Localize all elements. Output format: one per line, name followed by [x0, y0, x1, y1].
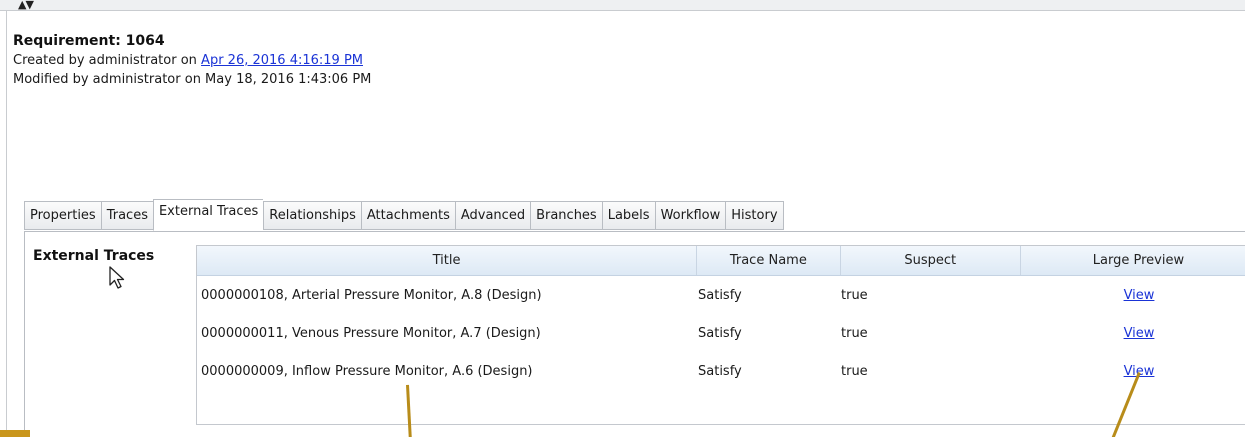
cell-preview: View: [1021, 326, 1245, 341]
cell-trace-name: Satisfy: [698, 287, 742, 303]
cell-title: 0000000009, Inflow Pressure Monitor, A.6…: [201, 363, 533, 379]
created-date-link[interactable]: Apr 26, 2016 4:16:19 PM: [201, 53, 363, 68]
cell-suspect: true: [841, 325, 868, 341]
left-border: [6, 10, 7, 437]
tab-external-traces[interactable]: External Traces: [152, 199, 264, 231]
cell-title: 0000000108, Arterial Pressure Monitor, A…: [201, 287, 542, 303]
cell-suspect: true: [841, 287, 868, 303]
tab-bar: Properties Traces External Traces Relati…: [24, 199, 784, 231]
tab-traces[interactable]: Traces: [100, 201, 153, 230]
cell-preview: View: [1021, 364, 1245, 379]
section-label: External Traces: [33, 248, 155, 264]
tab-history[interactable]: History: [725, 201, 784, 230]
table-header: Title Trace Name Suspect Large Preview: [197, 246, 1245, 276]
created-line: Created by administrator on Apr 26, 2016…: [13, 51, 371, 70]
requirement-title: Requirement: 1064: [13, 33, 165, 49]
table-row[interactable]: 0000000011, Venous Pressure Monitor, A.7…: [197, 314, 1245, 352]
annotation-bar: [0, 430, 30, 437]
tab-properties[interactable]: Properties: [24, 201, 101, 230]
top-toolbar-strip: [0, 0, 1245, 11]
external-traces-table: Title Trace Name Suspect Large Preview 0…: [196, 245, 1245, 425]
cell-trace-name: Satisfy: [698, 363, 742, 379]
tab-attachments[interactable]: Attachments: [360, 201, 455, 230]
column-header-large-preview[interactable]: Large Preview: [1021, 246, 1245, 275]
page: ▲▼ Requirement: 1064 Created by administ…: [0, 0, 1245, 437]
cell-trace-name: Satisfy: [698, 325, 742, 341]
view-link[interactable]: View: [1124, 288, 1155, 303]
table-row[interactable]: 0000000108, Arterial Pressure Monitor, A…: [197, 276, 1245, 314]
tab-relationships[interactable]: Relationships: [263, 201, 361, 230]
cell-title: 0000000011, Venous Pressure Monitor, A.7…: [201, 325, 541, 341]
column-header-trace-name[interactable]: Trace Name: [697, 246, 841, 275]
cell-preview: View: [1021, 288, 1245, 303]
modified-line: Modified by administrator on May 18, 201…: [13, 72, 372, 87]
tab-advanced[interactable]: Advanced: [454, 201, 531, 230]
column-header-title[interactable]: Title: [197, 246, 698, 275]
table-row[interactable]: 0000000009, Inflow Pressure Monitor, A.6…: [197, 352, 1245, 390]
tab-labels[interactable]: Labels: [601, 201, 655, 230]
tab-branches[interactable]: Branches: [530, 201, 602, 230]
tab-workflow[interactable]: Workflow: [654, 201, 726, 230]
view-link[interactable]: View: [1124, 326, 1155, 341]
cell-suspect: true: [841, 363, 868, 379]
collapse-arrows-icon[interactable]: ▲▼: [18, 0, 34, 11]
created-text: Created by administrator on: [13, 53, 202, 68]
requirement-header: Requirement: 1064 Created by administrat…: [13, 32, 371, 89]
mouse-pointer-icon: [109, 266, 125, 289]
column-header-suspect[interactable]: Suspect: [841, 246, 1021, 275]
